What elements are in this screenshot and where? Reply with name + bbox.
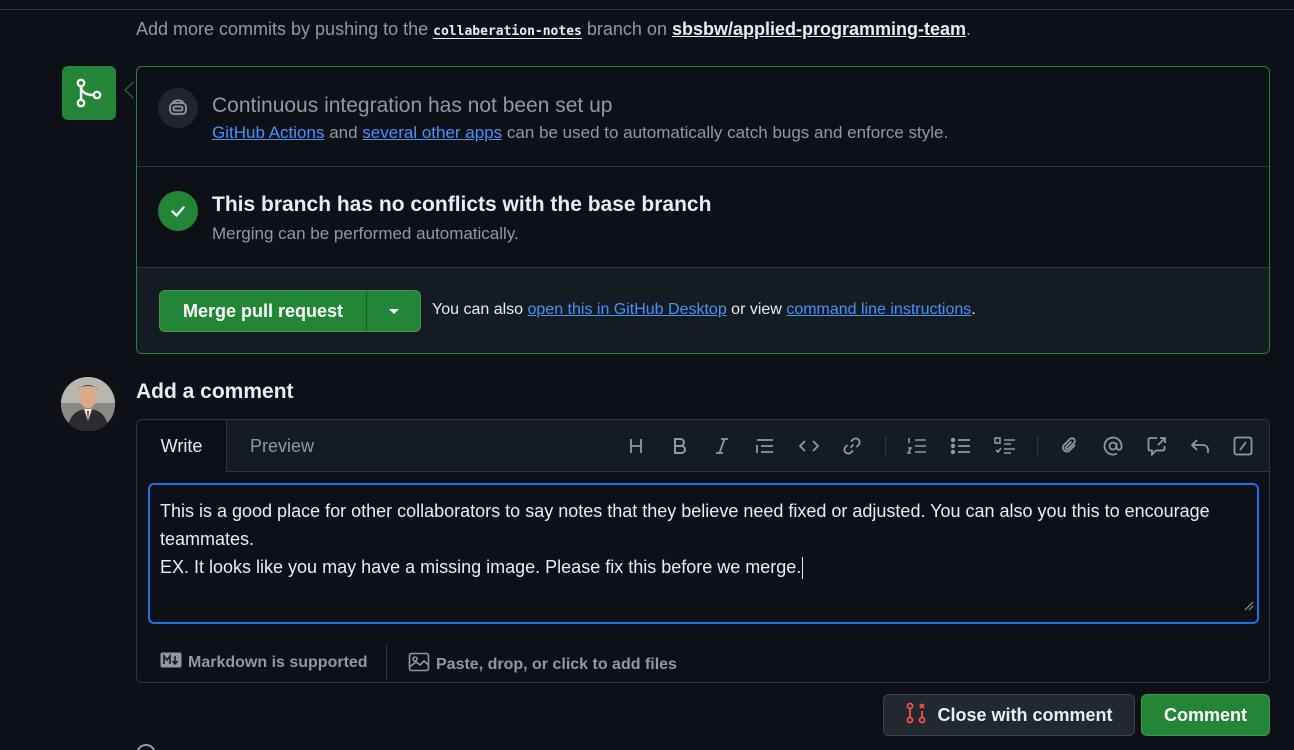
- merge-pull-request-button[interactable]: Merge pull request: [160, 291, 367, 331]
- task-list-icon[interactable]: [991, 432, 1019, 460]
- code-icon[interactable]: [795, 432, 823, 460]
- merge-options-dropdown[interactable]: [367, 291, 420, 331]
- robot-icon: [158, 88, 198, 128]
- markdown-support-link[interactable]: Markdown is supported: [160, 652, 368, 673]
- git-merge-icon: [62, 66, 116, 120]
- comment-text-line-2: EX. It looks like you may have a missing…: [160, 557, 802, 577]
- check-circle-icon: [158, 191, 198, 231]
- text-cursor: [802, 557, 804, 580]
- heading-icon[interactable]: [622, 432, 650, 460]
- timeline-divider: [0, 9, 1294, 10]
- toolbar-separator: [885, 436, 886, 456]
- cross-reference-icon[interactable]: [1143, 432, 1171, 460]
- image-icon: [408, 652, 430, 677]
- timeline-icon: [136, 744, 156, 750]
- close-with-comment-button[interactable]: Close with comment: [883, 694, 1135, 736]
- mention-icon[interactable]: [1099, 432, 1127, 460]
- add-files-area[interactable]: Paste, drop, or click to add files: [408, 652, 677, 677]
- reply-icon[interactable]: [1186, 432, 1214, 460]
- toolbar-separator: [1037, 436, 1038, 456]
- push-instructions: Add more commits by pushing to the colla…: [136, 19, 971, 40]
- github-actions-link[interactable]: GitHub Actions: [212, 123, 324, 142]
- add-comment-heading: Add a comment: [136, 380, 294, 403]
- merge-alt-middle: or view: [731, 301, 782, 318]
- ci-rest-text: can be used to automatically catch bugs …: [506, 123, 949, 142]
- comment-editor: Write Preview This is a good place for o…: [136, 419, 1270, 683]
- markdown-icon: [160, 652, 182, 673]
- quote-icon[interactable]: [751, 432, 779, 460]
- slash-command-icon[interactable]: [1229, 432, 1257, 460]
- link-icon[interactable]: [838, 432, 866, 460]
- ordered-list-icon[interactable]: [903, 432, 931, 460]
- tab-write[interactable]: Write: [137, 420, 227, 473]
- merge-alternatives: You can also open this in GitHub Desktop…: [432, 301, 976, 319]
- conflicts-title: This branch has no conflicts with the ba…: [212, 193, 712, 216]
- other-apps-link[interactable]: several other apps: [362, 123, 502, 142]
- ci-title: Continuous integration has not been set …: [212, 94, 613, 117]
- push-note-middle: branch on: [586, 19, 667, 39]
- issue-closed-icon: [905, 702, 927, 729]
- ci-and-text: and: [329, 123, 358, 142]
- resize-grip-icon[interactable]: [1244, 591, 1254, 619]
- attach-icon[interactable]: [1056, 432, 1084, 460]
- merge-section: Merge pull request You can also open thi…: [137, 268, 1269, 353]
- editor-footer: Markdown is supported Paste, drop, or cl…: [137, 630, 1269, 682]
- comment-button[interactable]: Comment: [1141, 694, 1270, 736]
- github-desktop-link[interactable]: open this in GitHub Desktop: [528, 301, 727, 318]
- markdown-note: Markdown is supported: [188, 653, 368, 671]
- comment-textarea[interactable]: This is a good place for other collabora…: [148, 483, 1259, 624]
- branch-name[interactable]: collaberation-notes: [433, 24, 582, 39]
- conflicts-section: This branch has no conflicts with the ba…: [137, 167, 1269, 268]
- merge-alt-prefix: You can also: [432, 301, 524, 318]
- push-note-suffix: .: [966, 19, 972, 39]
- tab-preview[interactable]: Preview: [227, 420, 337, 473]
- triangle-down-icon: [388, 303, 400, 319]
- command-line-link[interactable]: command line instructions: [786, 301, 971, 318]
- editor-toolbar: Write Preview: [137, 420, 1269, 473]
- repo-link[interactable]: sbsbw/applied-programming-team: [672, 19, 966, 39]
- close-with-comment-label: Close with comment: [937, 704, 1113, 725]
- ci-section: Continuous integration has not been set …: [137, 67, 1269, 167]
- push-note-prefix: Add more commits by pushing to the: [136, 19, 429, 39]
- bold-icon[interactable]: [665, 432, 693, 460]
- unordered-list-icon[interactable]: [947, 432, 975, 460]
- merge-button-group: Merge pull request: [159, 290, 421, 332]
- merge-box: Continuous integration has not been set …: [136, 66, 1270, 354]
- footer-separator: [386, 644, 387, 680]
- add-files-note: Paste, drop, or click to add files: [436, 655, 677, 673]
- avatar[interactable]: [61, 377, 115, 431]
- conflicts-description: Merging can be performed automatically.: [212, 224, 519, 243]
- italic-icon[interactable]: [708, 432, 736, 460]
- ci-description: GitHub Actions and several other apps ca…: [212, 123, 948, 143]
- merge-alt-suffix: .: [971, 301, 976, 318]
- comment-text-line-1: This is a good place for other collabora…: [160, 501, 1215, 549]
